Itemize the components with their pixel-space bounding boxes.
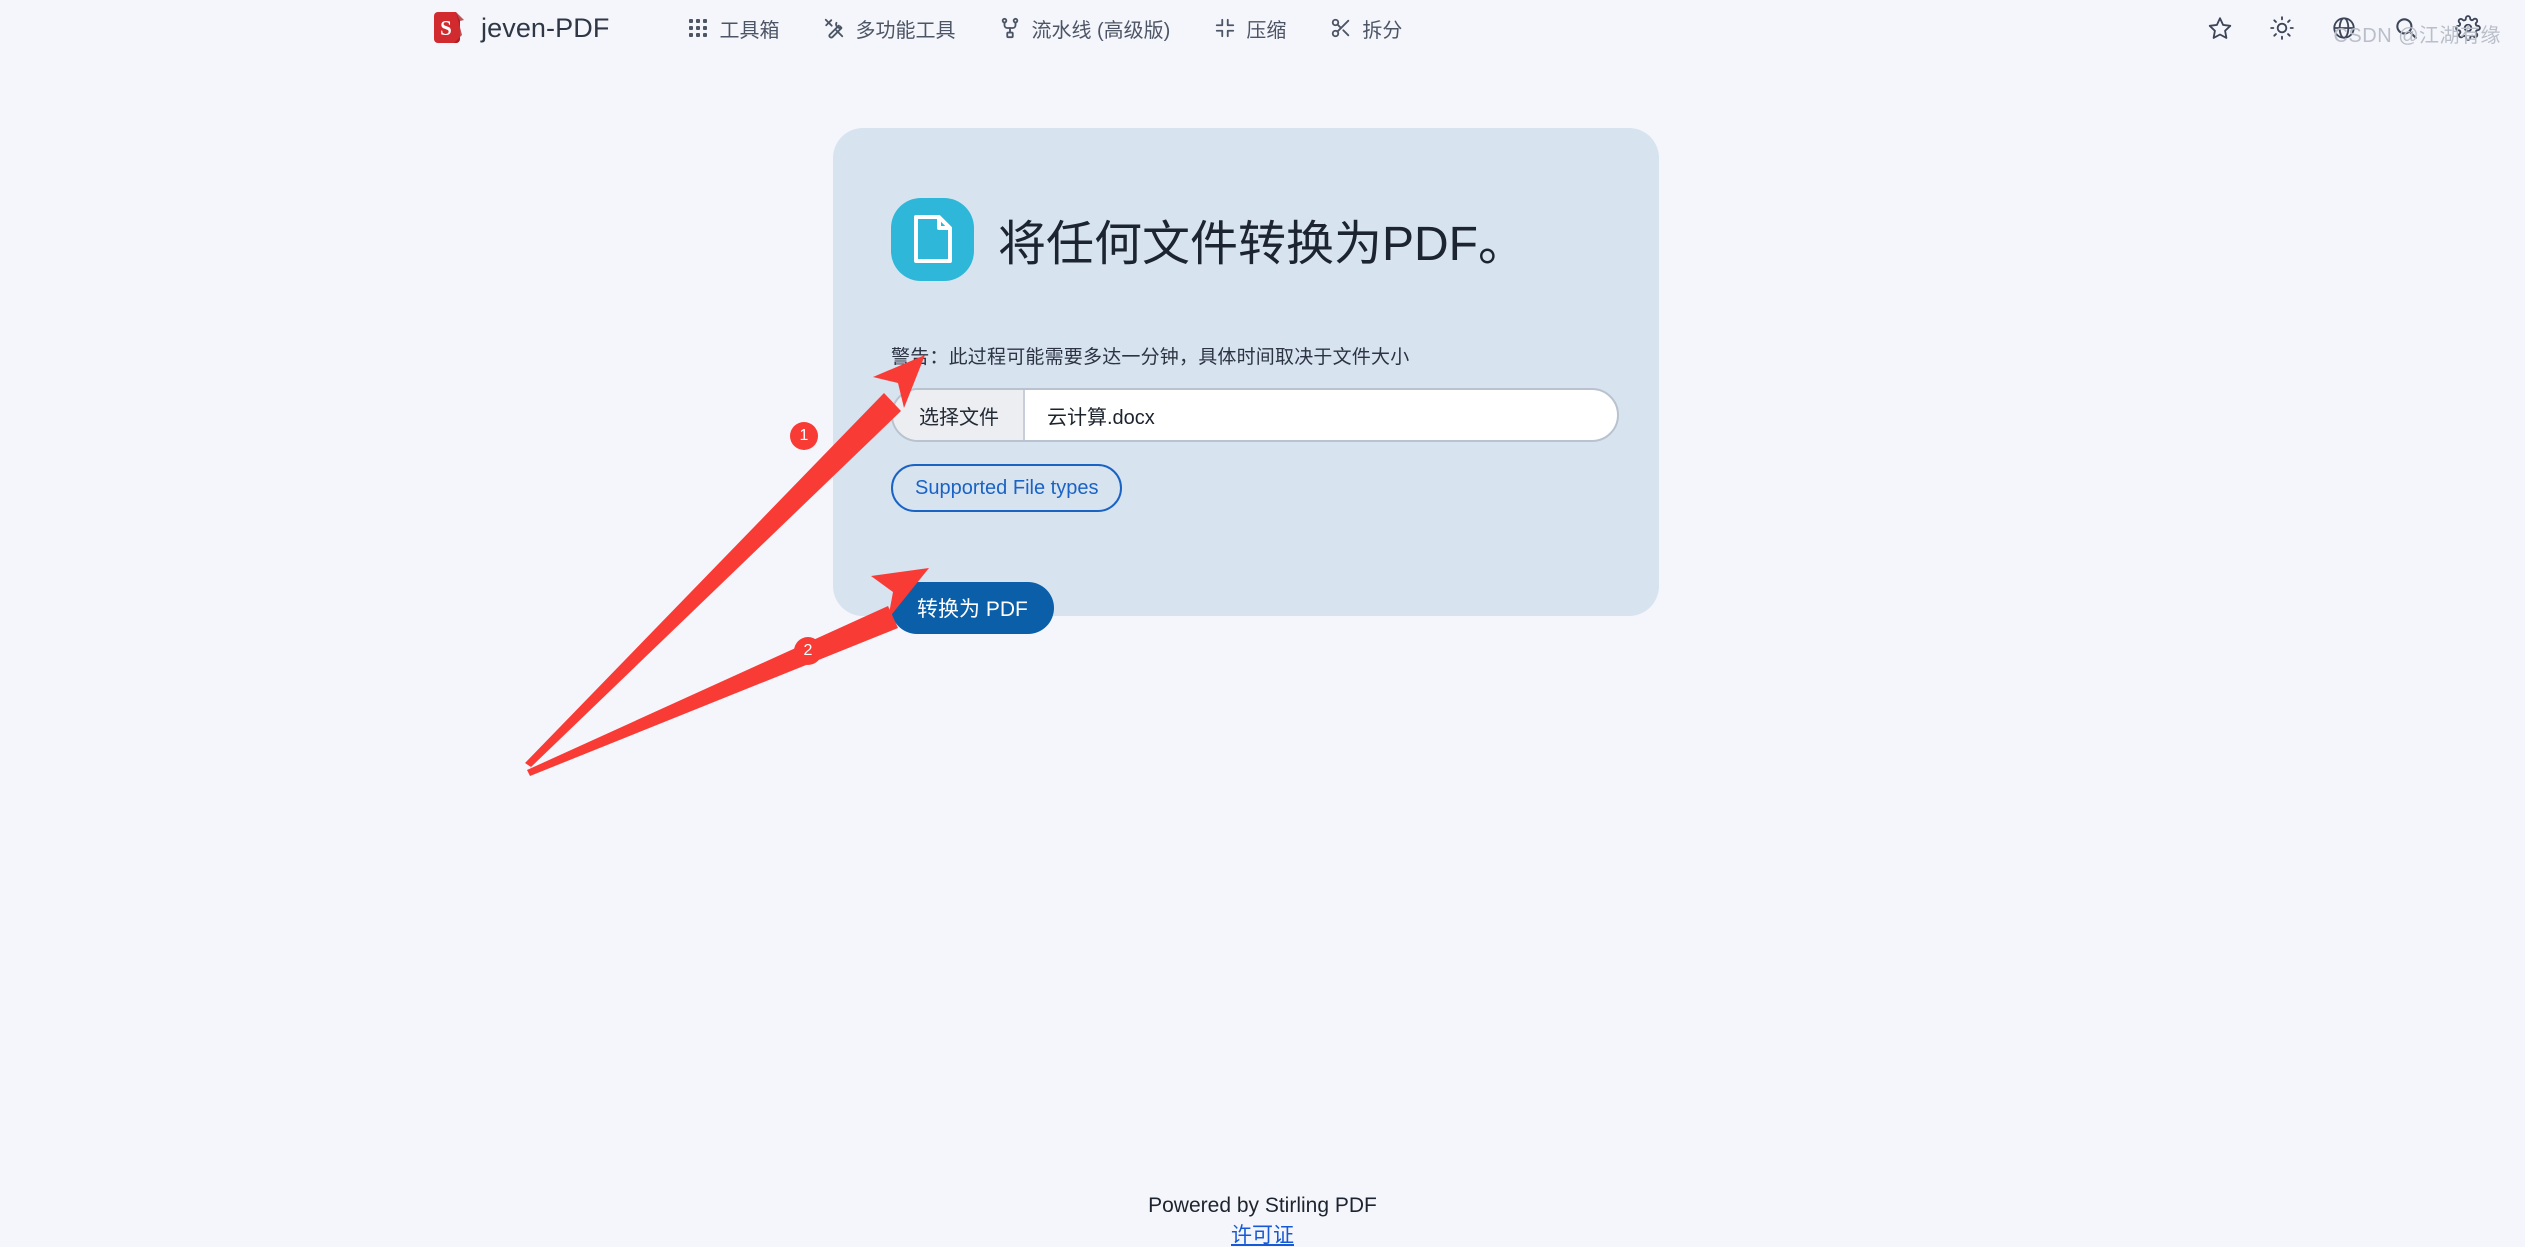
nav-item-multi-tool-label: 多功能工具 <box>855 19 956 42</box>
warning-text: 警告：此过程可能需要多达一分钟，具体时间取决于文件大小 <box>891 347 1410 369</box>
primary-nav: 工具箱 多功能工具 流水线 (高级版) 压缩 拆分 <box>665 7 1424 50</box>
pipeline-icon <box>999 17 1021 39</box>
convert-card: 将任何文件转换为PDF。 警告：此过程可能需要多达一分钟，具体时间取决于文件大小… <box>833 128 1659 635</box>
convert-to-pdf-button[interactable]: 转换为 PDF <box>891 582 1054 635</box>
nav-item-multi-tool[interactable]: 多功能工具 <box>801 7 977 50</box>
file-input-group[interactable]: 选择文件 云计算.docx <box>891 388 1619 443</box>
sun-icon[interactable] <box>2267 13 2297 43</box>
brand-home-link[interactable]: S jeven-PDF <box>430 9 609 47</box>
star-icon[interactable] <box>2205 13 2235 43</box>
supported-file-types-button[interactable]: Supported File types <box>891 464 1123 513</box>
page-footer: Powered by Stirling PDF 许可证 Survey <box>0 1191 2525 1247</box>
nav-item-pipeline[interactable]: 流水线 (高级版) <box>977 7 1192 50</box>
grid-icon <box>687 17 709 39</box>
brand-name: jeven-PDF <box>481 12 610 43</box>
csdn-watermark: CSDN @江湖有缘 <box>2333 25 2501 47</box>
nav-item-split-label: 拆分 <box>1362 19 1403 42</box>
tools-icon <box>823 17 845 39</box>
card-header: 将任何文件转换为PDF。 <box>891 172 1601 306</box>
selected-file-name: 云计算.docx <box>1047 406 1155 429</box>
nav-item-compress-label: 压缩 <box>1246 19 1287 42</box>
annotation-badge-2: 2 <box>794 637 822 665</box>
stirling-s-logo-icon: S <box>430 9 468 47</box>
annotation-badge-1: 1 <box>790 422 818 450</box>
nav-item-compress[interactable]: 压缩 <box>1192 7 1308 50</box>
license-link[interactable]: 许可证 <box>0 1221 2525 1247</box>
nav-item-pipeline-label: 流水线 (高级版) <box>1031 19 1171 42</box>
svg-text:S: S <box>440 16 452 40</box>
page-title: 将任何文件转换为PDF。 <box>998 218 1527 272</box>
compress-icon <box>1214 17 1236 39</box>
top-navbar: S jeven-PDF 工具箱 多功能工具 流水线 (高级版) 压缩 拆分 <box>0 0 2525 56</box>
powered-by-text: Powered by Stirling PDF <box>1148 1194 1377 1217</box>
nav-item-split[interactable]: 拆分 <box>1308 7 1424 50</box>
nav-item-toolbox[interactable]: 工具箱 <box>665 7 801 50</box>
document-icon <box>891 197 974 281</box>
browse-file-button[interactable]: 选择文件 <box>893 390 1025 441</box>
nav-item-toolbox-label: 工具箱 <box>719 19 780 42</box>
scissors-icon <box>1330 17 1352 39</box>
